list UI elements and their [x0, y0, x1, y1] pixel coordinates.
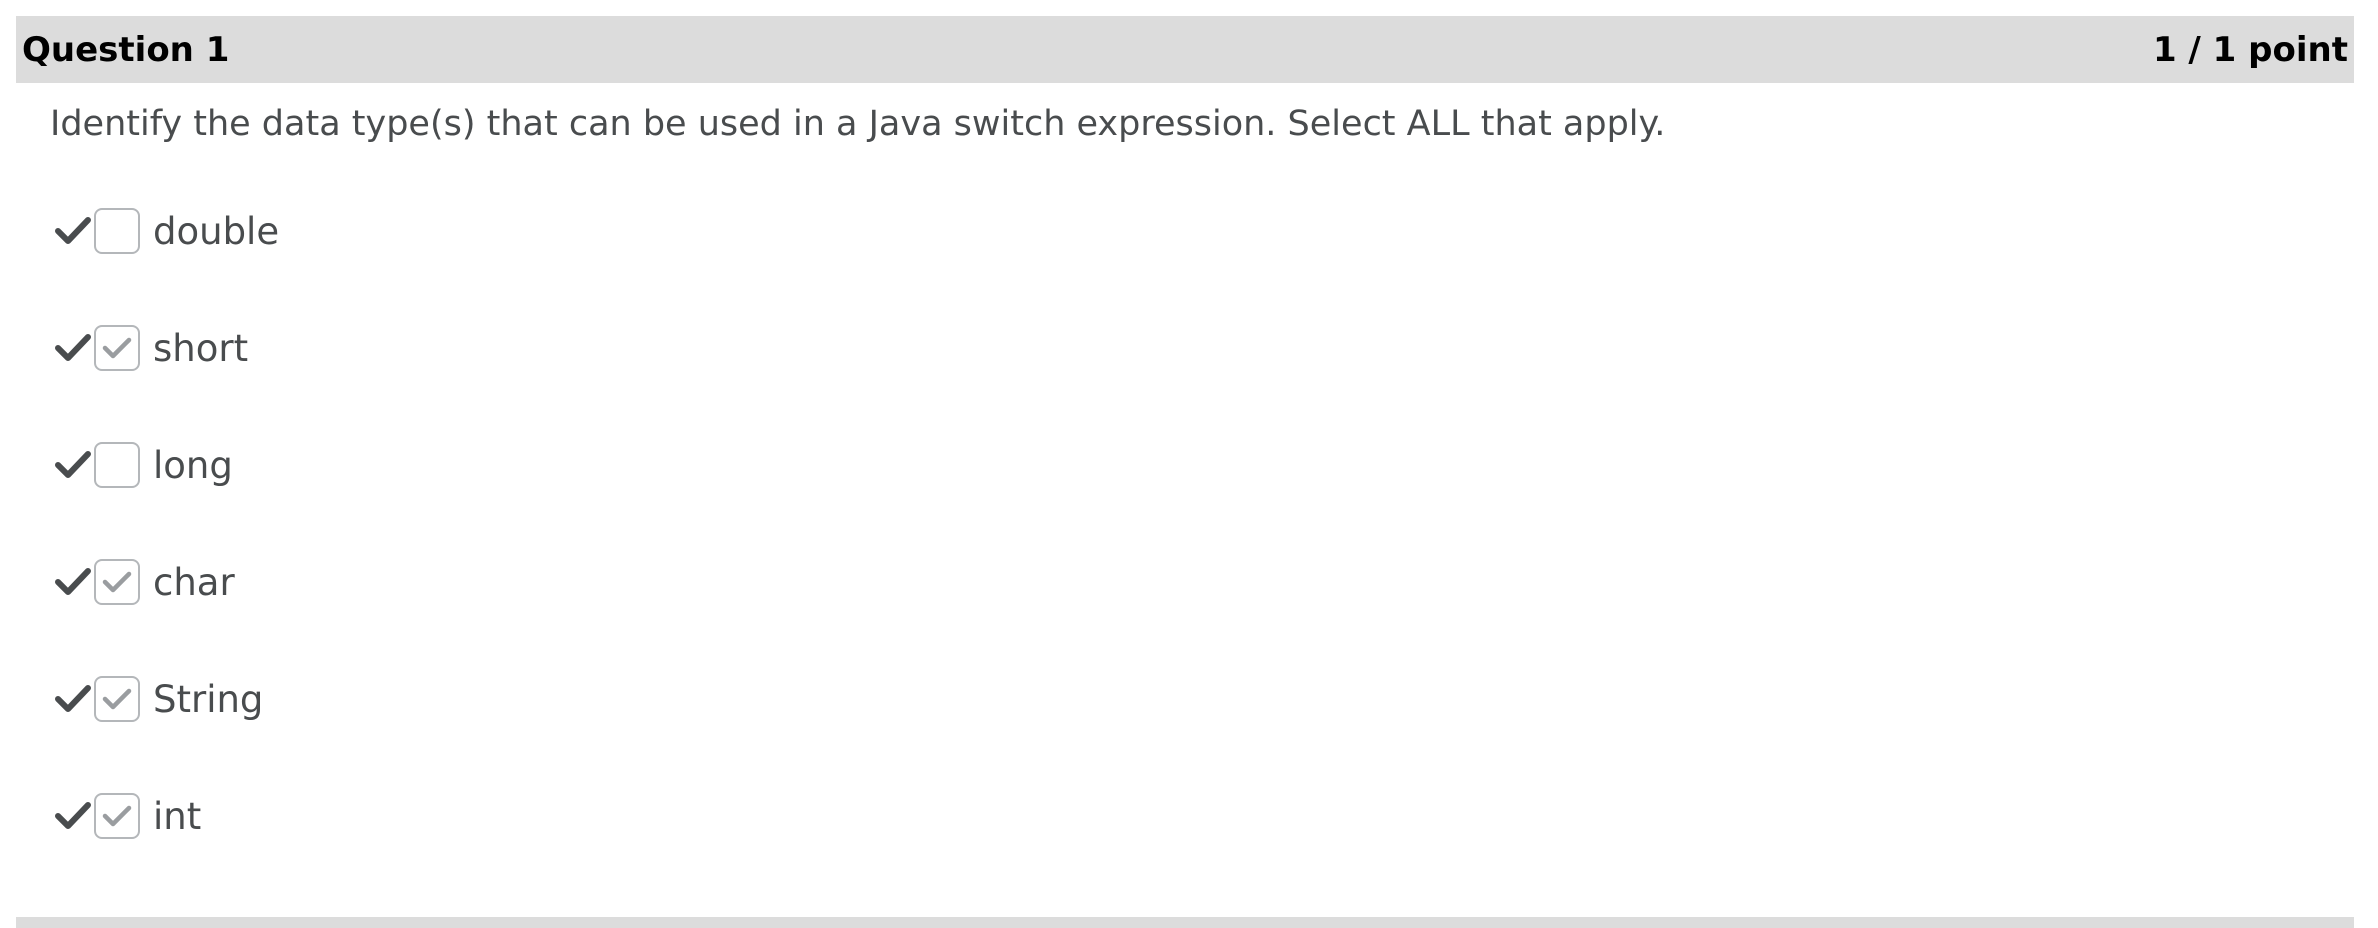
answer-option: String [54, 674, 654, 724]
correct-feedback-check-icon [54, 206, 92, 256]
answer-option: double [54, 206, 654, 256]
answer-option: short [54, 323, 654, 373]
checkbox-check-icon [102, 571, 132, 593]
correct-feedback-check-icon [54, 557, 92, 607]
answer-label: double [153, 209, 280, 253]
checkbox-check-icon [102, 688, 132, 710]
question-prompt: Identify the data type(s) that can be us… [50, 104, 1666, 144]
question-title: Question 1 [22, 29, 230, 70]
checkbox-check-icon [102, 337, 132, 359]
answer-label: int [153, 794, 202, 838]
correct-feedback-check-icon [54, 674, 92, 724]
answer-checkbox[interactable] [94, 793, 140, 839]
answer-label: String [153, 677, 264, 721]
correct-feedback-check-icon [54, 440, 92, 490]
question-header: Question 1 1 / 1 point [16, 16, 2354, 83]
answer-label: char [153, 560, 235, 604]
answer-label: long [153, 443, 233, 487]
answer-option: int [54, 791, 654, 841]
answer-checkbox[interactable] [94, 442, 140, 488]
question-score: 1 / 1 point [2152, 29, 2348, 70]
correct-feedback-check-icon [54, 791, 92, 841]
answer-label: short [153, 326, 249, 370]
answer-option: long [54, 440, 654, 490]
answer-option: char [54, 557, 654, 607]
next-question-header-edge [16, 917, 2354, 928]
answer-checkbox[interactable] [94, 676, 140, 722]
correct-feedback-check-icon [54, 323, 92, 373]
checkbox-check-icon [102, 805, 132, 827]
answer-checkbox[interactable] [94, 559, 140, 605]
answer-checkbox[interactable] [94, 325, 140, 371]
answer-checkbox[interactable] [94, 208, 140, 254]
